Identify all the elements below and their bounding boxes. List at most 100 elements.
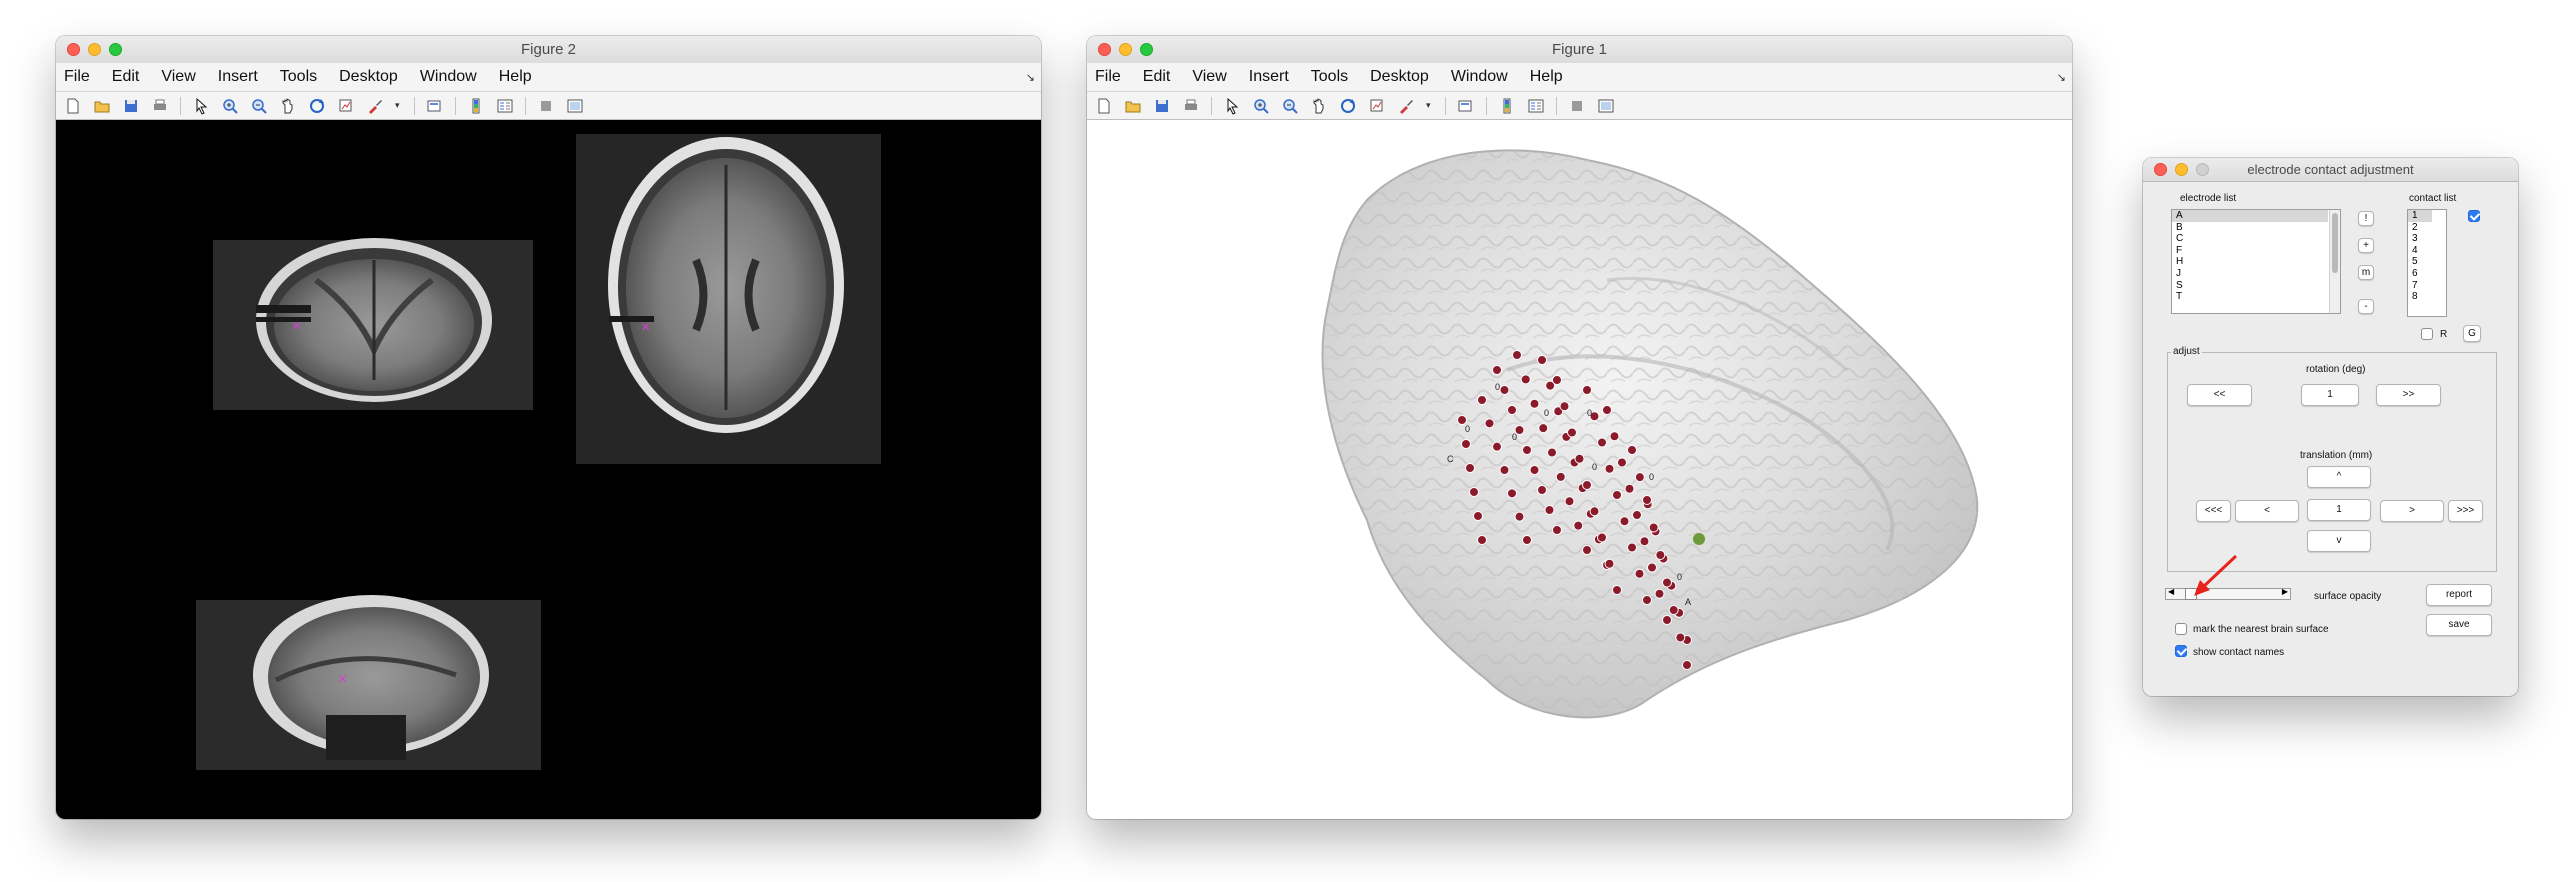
menu-desktop[interactable]: Desktop — [339, 68, 398, 86]
legend-icon[interactable] — [1527, 97, 1545, 115]
close-button[interactable] — [2154, 163, 2167, 176]
brush-icon[interactable] — [1397, 97, 1415, 115]
electrode-listbox[interactable]: A B C F H J S T — [2171, 209, 2341, 314]
button-plus[interactable]: + — [2358, 238, 2374, 253]
rotate-right-button[interactable]: >> — [2376, 384, 2441, 406]
slider-right-arrow-icon[interactable]: ▶ — [2282, 587, 2288, 596]
list-item[interactable]: 5 — [2408, 256, 2446, 268]
list-item[interactable]: H — [2172, 256, 2340, 268]
legend-icon[interactable] — [496, 97, 514, 115]
r-checkbox[interactable] — [2421, 328, 2433, 340]
list-item[interactable]: B — [2172, 222, 2340, 234]
move-down-button[interactable]: v — [2307, 530, 2371, 552]
contact-enable-checkbox[interactable] — [2468, 210, 2480, 222]
move-far-left-button[interactable]: <<< — [2196, 500, 2231, 522]
list-item[interactable]: 8 — [2408, 291, 2446, 303]
report-button[interactable]: report — [2426, 584, 2492, 606]
rotate-3d-icon[interactable] — [308, 97, 326, 115]
list-item[interactable]: S — [2172, 280, 2340, 292]
menu-edit[interactable]: Edit — [1143, 68, 1171, 86]
close-button[interactable] — [67, 43, 80, 56]
new-file-icon[interactable] — [64, 97, 82, 115]
show-plot-tools-icon[interactable] — [1597, 97, 1615, 115]
rotate-left-button[interactable]: << — [2187, 384, 2252, 406]
list-item[interactable]: C — [2172, 233, 2340, 245]
zoom-button[interactable] — [1140, 43, 1153, 56]
figure1-titlebar[interactable]: Figure 1 — [1087, 36, 2072, 64]
data-cursor-icon[interactable] — [337, 97, 355, 115]
list-item[interactable]: 7 — [2408, 280, 2446, 292]
show-contact-names-checkbox[interactable] — [2175, 645, 2187, 657]
list-item[interactable]: J — [2172, 268, 2340, 280]
list-item[interactable]: F — [2172, 245, 2340, 257]
open-file-icon[interactable] — [93, 97, 111, 115]
menu-insert[interactable]: Insert — [1249, 68, 1289, 86]
menu-desktop[interactable]: Desktop — [1370, 68, 1429, 86]
move-up-button[interactable]: ^ — [2307, 466, 2371, 488]
list-item[interactable]: T — [2172, 291, 2340, 303]
print-icon[interactable] — [151, 97, 169, 115]
menu-edit[interactable]: Edit — [112, 68, 140, 86]
scrollbar-thumb[interactable] — [2332, 213, 2338, 273]
zoom-in-icon[interactable] — [221, 97, 239, 115]
menu-file[interactable]: File — [1095, 68, 1121, 86]
brush-dropdown-icon[interactable]: ▾ — [395, 100, 403, 111]
open-file-icon[interactable] — [1124, 97, 1142, 115]
hide-plot-tools-icon[interactable] — [537, 97, 555, 115]
translation-step-field[interactable]: 1 — [2307, 499, 2371, 521]
minimize-button[interactable] — [88, 43, 101, 56]
button-minus[interactable]: - — [2358, 299, 2374, 314]
data-cursor-icon[interactable] — [1368, 97, 1386, 115]
new-file-icon[interactable] — [1095, 97, 1113, 115]
save-button[interactable]: save — [2426, 614, 2492, 636]
zoom-out-icon[interactable] — [250, 97, 268, 115]
dock-arrow-icon[interactable]: ↘ — [1026, 71, 1035, 84]
close-button[interactable] — [1098, 43, 1111, 56]
dialog-titlebar[interactable]: electrode contact adjustment — [2143, 158, 2518, 182]
mark-nearest-surface-checkbox[interactable] — [2175, 623, 2187, 635]
move-right-button[interactable]: > — [2380, 500, 2444, 522]
menu-help[interactable]: Help — [499, 68, 532, 86]
menu-help[interactable]: Help — [1530, 68, 1563, 86]
pointer-icon[interactable] — [192, 97, 210, 115]
show-plot-tools-icon[interactable] — [566, 97, 584, 115]
list-item[interactable]: 1 — [2408, 210, 2432, 222]
list-item[interactable]: 2 — [2408, 222, 2446, 234]
dock-arrow-icon[interactable]: ↘ — [2057, 71, 2066, 84]
colorbar-icon[interactable] — [1498, 97, 1516, 115]
print-icon[interactable] — [1182, 97, 1200, 115]
move-far-right-button[interactable]: >>> — [2448, 500, 2483, 522]
link-plot-icon[interactable] — [1457, 97, 1475, 115]
rotate-3d-icon[interactable] — [1339, 97, 1357, 115]
hide-plot-tools-icon[interactable] — [1568, 97, 1586, 115]
pan-icon[interactable] — [279, 97, 297, 115]
list-item[interactable]: A — [2172, 210, 2328, 222]
menu-tools[interactable]: Tools — [280, 68, 317, 86]
rotation-step-field[interactable]: 1 — [2301, 384, 2359, 406]
slider-left-arrow-icon[interactable]: ◀ — [2168, 587, 2174, 596]
menu-tools[interactable]: Tools — [1311, 68, 1348, 86]
menu-file[interactable]: File — [64, 68, 90, 86]
menu-window[interactable]: Window — [420, 68, 477, 86]
zoom-out-icon[interactable] — [1281, 97, 1299, 115]
zoom-in-icon[interactable] — [1252, 97, 1270, 115]
g-button[interactable]: G — [2463, 325, 2481, 342]
pointer-icon[interactable] — [1223, 97, 1241, 115]
mri-slices-canvas[interactable]: × × × — [56, 120, 1041, 819]
move-left-button[interactable]: < — [2235, 500, 2299, 522]
zoom-button[interactable] — [109, 43, 122, 56]
list-item[interactable]: 6 — [2408, 268, 2446, 280]
brain-surface-canvas[interactable]: 0 0 0 0 0 0 0 A 0 C — [1087, 120, 2072, 819]
pan-icon[interactable] — [1310, 97, 1328, 115]
figure2-titlebar[interactable]: Figure 2 — [56, 36, 1041, 64]
minimize-button[interactable] — [1119, 43, 1132, 56]
link-plot-icon[interactable] — [426, 97, 444, 115]
menu-insert[interactable]: Insert — [218, 68, 258, 86]
menu-view[interactable]: View — [161, 68, 195, 86]
button-exclamation[interactable]: ! — [2358, 211, 2374, 226]
menu-window[interactable]: Window — [1451, 68, 1508, 86]
brush-icon[interactable] — [366, 97, 384, 115]
save-icon[interactable] — [122, 97, 140, 115]
menu-view[interactable]: View — [1192, 68, 1226, 86]
save-icon[interactable] — [1153, 97, 1171, 115]
